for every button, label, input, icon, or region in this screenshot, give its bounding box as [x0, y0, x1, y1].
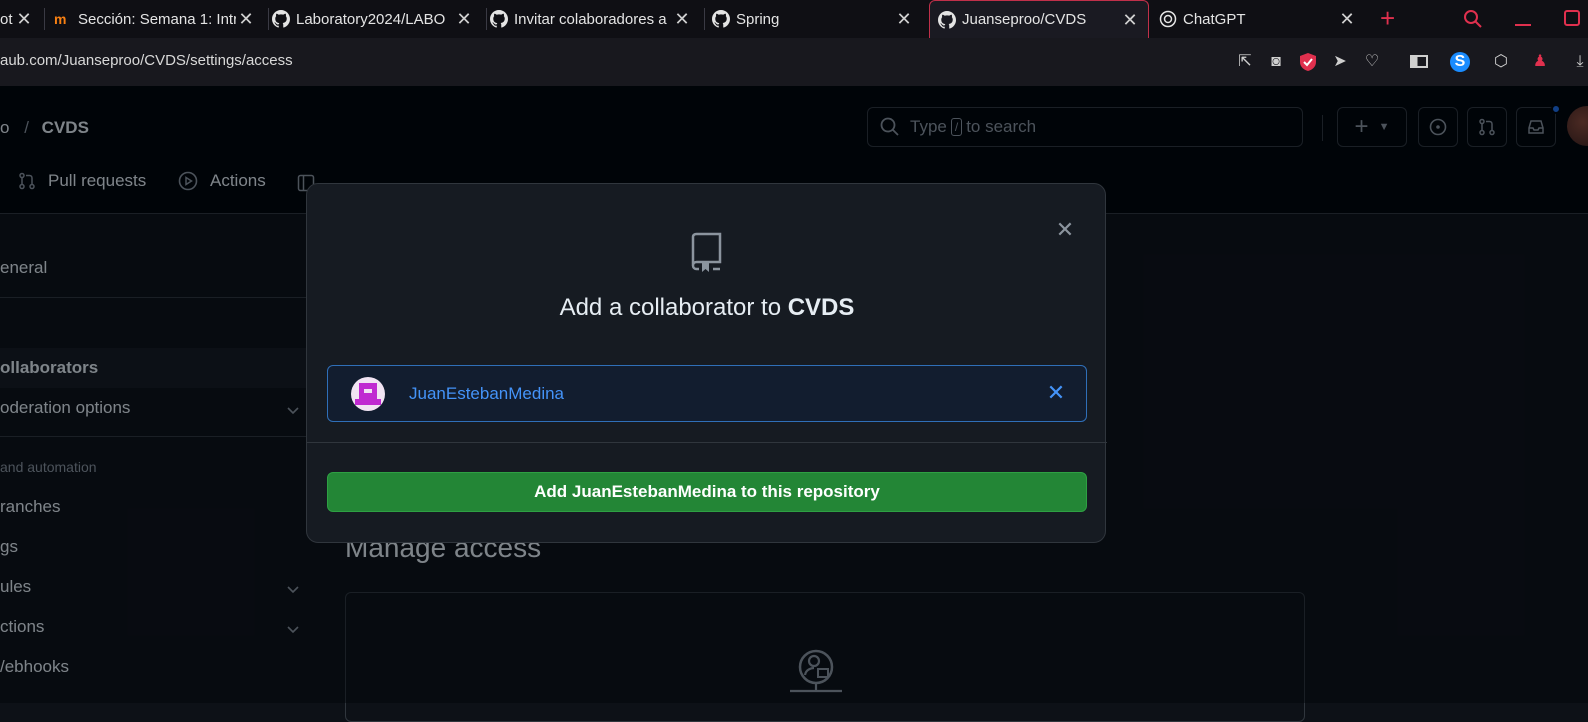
- github-icon: [712, 10, 730, 28]
- tab-spring[interactable]: Spring ✕: [712, 0, 922, 38]
- tab-title: Invitar colaboradores a: [514, 10, 667, 28]
- shazam-icon[interactable]: S: [1450, 52, 1470, 72]
- github-icon: [272, 10, 290, 28]
- tab-title: Sección: Semana 1: Intr: [78, 10, 236, 28]
- close-icon[interactable]: ✕: [1053, 218, 1077, 242]
- search-icon[interactable]: [1463, 9, 1483, 29]
- github-icon: [490, 10, 508, 28]
- heart-icon[interactable]: ♡: [1362, 52, 1382, 72]
- new-tab-button[interactable]: +: [1380, 4, 1395, 32]
- restore-icon[interactable]: [1564, 10, 1580, 26]
- tab-title: ot: [0, 10, 13, 28]
- dialog-divider: [307, 442, 1107, 443]
- moodle-icon: m: [54, 11, 66, 27]
- close-icon[interactable]: ✕: [1120, 10, 1140, 31]
- svg-text:m: m: [54, 11, 66, 27]
- add-collaborator-dialog: ✕ Add a collaborator to CVDS JuanEsteban…: [306, 183, 1107, 543]
- close-icon[interactable]: ✕: [672, 9, 692, 30]
- tab-partial[interactable]: ot ✕: [0, 0, 40, 38]
- send-icon[interactable]: ➤: [1330, 52, 1350, 72]
- close-icon[interactable]: ✕: [236, 9, 256, 30]
- dialog-title-repo: CVDS: [787, 294, 855, 321]
- dialog-title-text: Add a collaborator to: [559, 294, 788, 321]
- close-icon[interactable]: ✕: [454, 9, 474, 30]
- camera-icon[interactable]: ◙: [1266, 52, 1286, 72]
- browser-tab-bar: ot ✕ m Sección: Semana 1: Intr ✕ Laborat…: [0, 0, 1588, 38]
- github-icon: [938, 10, 956, 29]
- minimize-icon[interactable]: [1515, 24, 1531, 26]
- share-icon[interactable]: ⇱: [1235, 52, 1255, 72]
- adblock-shield-icon[interactable]: [1298, 52, 1318, 72]
- tab-title: ChatGPT: [1183, 10, 1246, 28]
- address-bar: aub.com/Juanseproo/CVDS/settings/access …: [0, 38, 1588, 86]
- tab-title: Laboratory2024/LABOF: [296, 10, 446, 28]
- dialog-title: Add a collaborator to CVDS: [307, 294, 1107, 322]
- chatgpt-icon: [1159, 10, 1177, 28]
- tab-chatgpt[interactable]: ChatGPT ✕: [1157, 0, 1365, 38]
- tab-title: Spring: [736, 10, 780, 28]
- repo-icon: [691, 232, 722, 272]
- tab-invitar[interactable]: Invitar colaboradores a ✕: [490, 0, 700, 38]
- profile-icon[interactable]: ♟: [1530, 52, 1550, 72]
- avatar: [351, 377, 385, 411]
- tab-laboratory[interactable]: Laboratory2024/LABOF ✕: [272, 0, 482, 38]
- selected-username: JuanEstebanMedina: [409, 384, 565, 403]
- tab-seccion[interactable]: m Sección: Semana 1: Intr ✕: [54, 0, 264, 38]
- close-icon[interactable]: ✕: [1337, 9, 1357, 30]
- add-collaborator-button[interactable]: Add JuanEstebanMedina to this repository: [327, 472, 1087, 512]
- cube-icon[interactable]: ⬡: [1491, 52, 1511, 72]
- tab-cvds[interactable]: Juanseproo/CVDS ✕: [929, 0, 1149, 38]
- tab-title: Juanseproo/CVDS: [962, 11, 1087, 28]
- close-icon[interactable]: ✕: [14, 9, 34, 30]
- download-icon[interactable]: ⤓: [1570, 52, 1588, 72]
- close-icon[interactable]: ✕: [894, 9, 914, 30]
- remove-user-icon[interactable]: ✕: [1044, 381, 1068, 405]
- sidebar-toggle-icon[interactable]: [1410, 52, 1430, 72]
- url-field[interactable]: aub.com/Juanseproo/CVDS/settings/access: [0, 52, 293, 69]
- selected-user-chip: JuanEstebanMedina ✕: [327, 365, 1087, 422]
